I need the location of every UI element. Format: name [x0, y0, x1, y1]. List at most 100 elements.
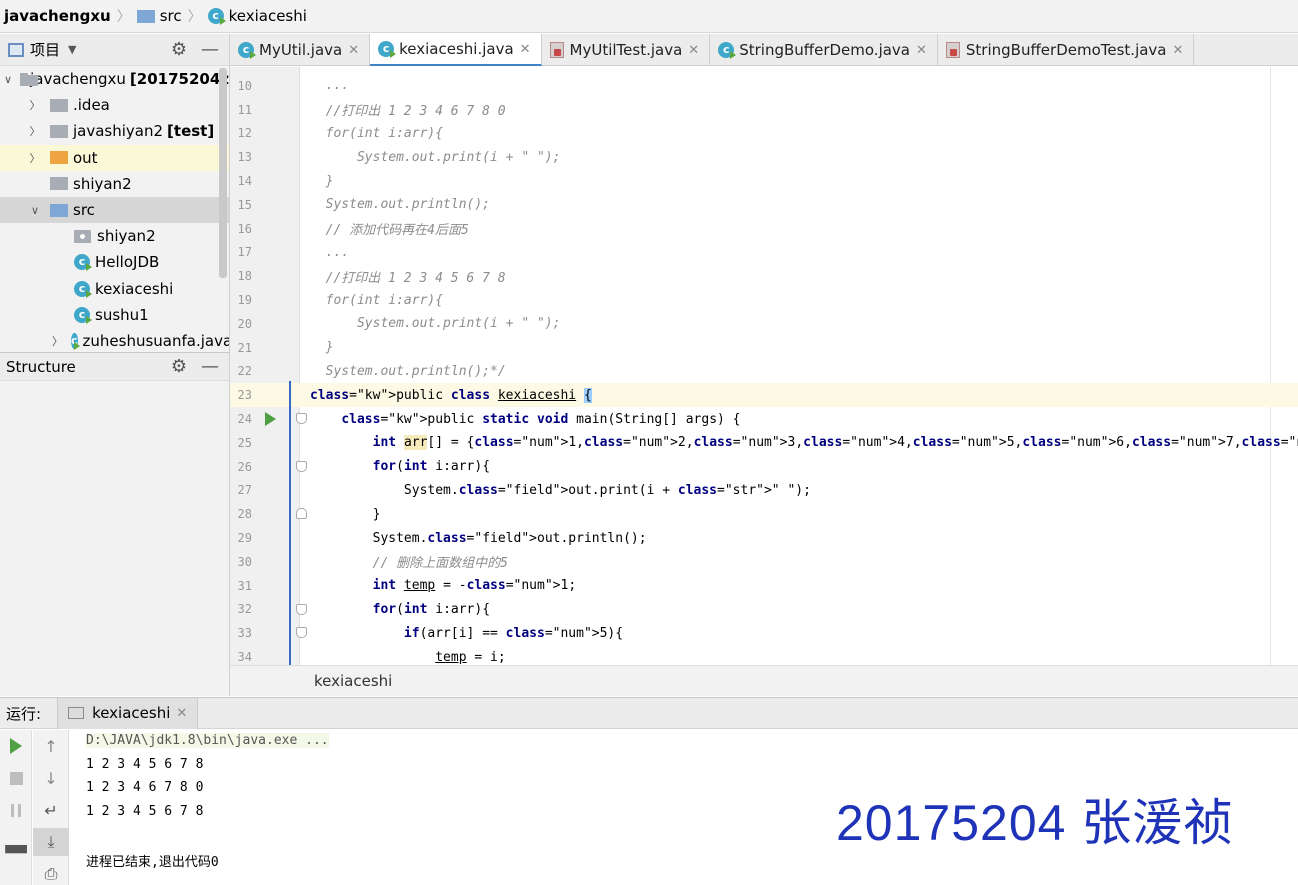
tree-item[interactable]: ∨ src: [0, 196, 229, 224]
run-tab-label: kexiaceshi: [92, 704, 171, 722]
code-line: 10 ...: [230, 74, 1298, 98]
breadcrumb-project[interactable]: javachengxu: [4, 0, 111, 33]
layout-button[interactable]: ▀▀: [0, 840, 32, 868]
editor-tab[interactable]: c kexiaceshi.java ✕: [370, 34, 542, 66]
code-text: ...: [310, 244, 350, 260]
line-number: 10: [237, 78, 252, 93]
tree-item[interactable]: 〉 javashiyan2 [test]: [0, 118, 229, 144]
source-folder-icon: [50, 203, 68, 217]
tree-item[interactable]: c sushu1: [0, 302, 229, 328]
code-text: }: [310, 506, 381, 522]
chevron-right-icon[interactable]: 〉: [28, 97, 42, 113]
console-output-line: 1 2 3 4 5 6 7 8: [86, 804, 204, 819]
code-editor[interactable]: 10 ... 11 //打印出 1 2 3 4 6 7 8 0 12 for(int…: [230, 67, 1298, 665]
code-text: // 添加代码再在4后面5: [310, 223, 469, 239]
code-text: }: [310, 173, 334, 189]
chevron-right-icon[interactable]: 〉: [28, 123, 42, 139]
console-output-line: 进程已结束,退出代码0: [86, 855, 219, 870]
tree-item[interactable]: shiyan2: [0, 223, 229, 249]
tree-item-label: src: [73, 201, 95, 220]
scroll-to-end-icon: ⤓: [47, 832, 55, 851]
editor-footer-label[interactable]: kexiaceshi: [314, 672, 392, 690]
run-tab-kexiaceshi[interactable]: kexiaceshi ✕: [57, 697, 199, 729]
structure-panel-title[interactable]: Structure: [6, 358, 76, 376]
tree-item[interactable]: 〉 c zuheshusuanfa.java: [0, 328, 229, 354]
tree-item-label: kexiaceshi: [95, 279, 174, 298]
editor-footer-breadcrumb: kexiaceshi: [230, 665, 1298, 696]
pause-icon: [11, 803, 21, 817]
editor-tab[interactable]: c StringBufferDemo.java ✕: [710, 34, 938, 66]
tree-item-label: .idea: [73, 96, 110, 115]
project-tree-scrollbar[interactable]: [219, 68, 227, 278]
stop-button[interactable]: [0, 764, 32, 792]
breadcrumb-separator: 〉: [187, 9, 202, 25]
print-button[interactable]: ⎙: [33, 860, 69, 885]
scroll-down-button[interactable]: ↓: [33, 764, 69, 792]
close-icon[interactable]: ✕: [916, 43, 927, 58]
editor-tab[interactable]: c MyUtil.java ✕: [230, 34, 371, 66]
code-text: System.class="field">out.println();: [310, 530, 647, 546]
code-line: 19 for(int i:arr){: [230, 288, 1298, 312]
line-number: 28: [237, 507, 252, 522]
rerun-button[interactable]: [0, 732, 32, 760]
line-number: 18: [237, 269, 252, 284]
play-icon: [10, 738, 22, 754]
tree-item-label: HelloJDB: [95, 253, 160, 272]
code-line: 31 int temp = -class="num">1;: [230, 574, 1298, 598]
code-line: 23 class="kw">public class kexiaceshi {: [230, 383, 1298, 408]
tree-item[interactable]: 〉 out: [0, 144, 229, 171]
chevron-right-icon[interactable]: 〉: [52, 333, 63, 349]
chevron-down-icon[interactable]: ▼: [68, 43, 76, 56]
project-panel-title[interactable]: 项目: [30, 39, 60, 60]
minimize-icon[interactable]: —: [201, 356, 219, 377]
minimize-icon[interactable]: —: [201, 39, 219, 60]
breadcrumb-file-label: kexiaceshi: [228, 7, 307, 25]
code-line: 34 temp = i;: [230, 645, 1298, 665]
tree-item[interactable]: shiyan2: [0, 171, 229, 197]
code-line: 24 class="kw">public static void main(St…: [230, 407, 1298, 431]
close-icon[interactable]: ✕: [1173, 43, 1184, 58]
chevron-down-icon[interactable]: ∨: [4, 73, 12, 86]
editor-tab[interactable]: MyUtilTest.java ✕: [542, 34, 711, 66]
scroll-up-button[interactable]: ↑: [33, 732, 69, 760]
code-text: if(arr[i] == class="num">5){: [403, 625, 624, 641]
soft-wrap-button[interactable]: ↵: [33, 796, 69, 824]
line-number: 34: [237, 650, 252, 665]
breadcrumb-file[interactable]: c kexiaceshi: [207, 0, 307, 33]
tree-item[interactable]: 〉 .idea: [0, 92, 229, 118]
tree-item[interactable]: c HelloJDB: [0, 249, 229, 275]
chevron-down-icon[interactable]: ∨: [28, 204, 42, 217]
code-line: 28 }: [230, 502, 1298, 526]
close-icon[interactable]: ✕: [688, 43, 699, 58]
close-icon[interactable]: ✕: [176, 706, 187, 721]
line-number: 19: [237, 293, 252, 308]
watermark-text: 20175204 张湲祯: [836, 795, 1235, 851]
scroll-to-end-button[interactable]: ⤓: [33, 828, 69, 856]
code-line: 32 for(int i:arr){: [230, 598, 1298, 622]
tree-item[interactable]: c kexiaceshi: [0, 276, 229, 302]
console-output-line: 1 2 3 4 5 6 7 8: [86, 757, 204, 772]
code-line: 27 System.class="field">out.print(i + cl…: [230, 479, 1298, 503]
close-icon[interactable]: ✕: [520, 42, 531, 57]
tree-item-label: javashiyan2: [73, 122, 164, 141]
editor-tab-label: kexiaceshi.java: [399, 40, 514, 58]
breadcrumb-folder[interactable]: src: [136, 0, 182, 33]
code-line: 18 //打印出 1 2 3 4 5 6 7 8: [230, 264, 1298, 288]
pause-button[interactable]: [0, 796, 32, 824]
close-icon[interactable]: ✕: [348, 43, 359, 58]
tree-item[interactable]: ∨ javachengxu [20175204z: [0, 66, 229, 92]
chevron-right-icon[interactable]: 〉: [28, 150, 42, 166]
editor-tab[interactable]: StringBufferDemoTest.java ✕: [938, 34, 1195, 66]
test-class-icon: [549, 42, 564, 58]
code-text: class="kw">public class kexiaceshi {: [310, 387, 592, 403]
line-number: 17: [237, 245, 252, 260]
console-icon: [68, 707, 85, 719]
code-text: System.class="field">out.print(i + class…: [310, 482, 811, 498]
project-tool-window: 项目 ▼ ⚙ — ∨ javachengxu [20175204z 〉 .idea 〉 ja…: [0, 34, 230, 354]
arrow-up-icon: ↑: [44, 736, 58, 756]
code-line: 22 System.out.println();*/: [230, 360, 1298, 384]
gear-icon[interactable]: ⚙: [171, 356, 187, 377]
code-text: class="kw">public static void main(Strin…: [341, 411, 741, 427]
gear-icon[interactable]: ⚙: [171, 39, 187, 60]
code-text: for(int i:arr){: [372, 601, 491, 617]
